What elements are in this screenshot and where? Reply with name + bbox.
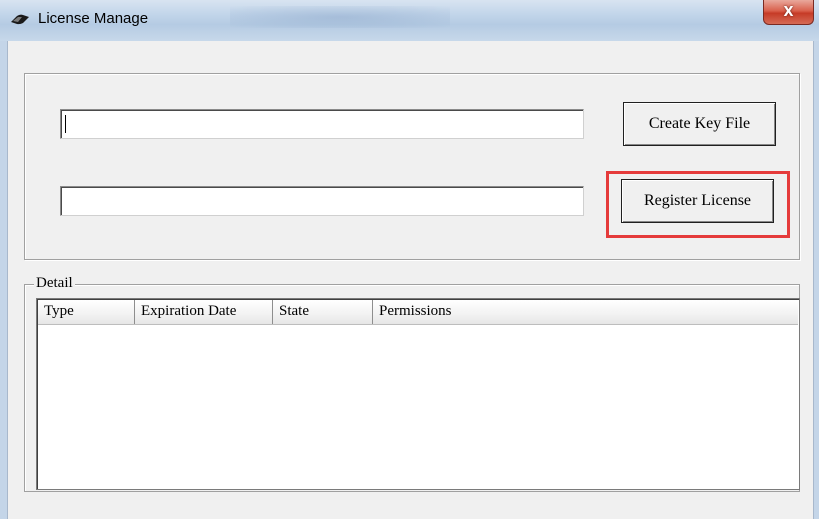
text-caret xyxy=(65,115,66,133)
create-key-file-label: Create Key File xyxy=(648,115,751,132)
window-title: License Manage xyxy=(38,10,149,27)
window-border-left xyxy=(0,41,7,519)
client-area: Create Key File Register License Detail … xyxy=(7,41,814,519)
list-header: Type Expiration Date State Permissions xyxy=(38,300,798,325)
register-license-label: Register License xyxy=(643,192,752,209)
detail-label: Detail xyxy=(34,275,75,292)
license-manage-window: License Manage X Create Key File Registe… xyxy=(0,0,819,519)
close-icon: X xyxy=(783,4,794,20)
license-detail-list[interactable]: Type Expiration Date State Permissions xyxy=(36,298,800,490)
app-icon xyxy=(11,14,29,25)
license-file-path-input[interactable] xyxy=(60,186,584,216)
column-header-type[interactable]: Type xyxy=(38,300,135,324)
register-license-button[interactable]: Register License xyxy=(621,179,774,223)
column-header-expiration-date[interactable]: Expiration Date xyxy=(135,300,273,324)
column-header-state[interactable]: State xyxy=(273,300,373,324)
column-header-permissions[interactable]: Permissions xyxy=(373,300,798,324)
create-key-file-button[interactable]: Create Key File xyxy=(623,102,776,146)
close-button[interactable]: X xyxy=(763,0,814,25)
key-file-path-input[interactable] xyxy=(60,109,584,139)
title-bar[interactable]: License Manage X xyxy=(0,0,819,41)
